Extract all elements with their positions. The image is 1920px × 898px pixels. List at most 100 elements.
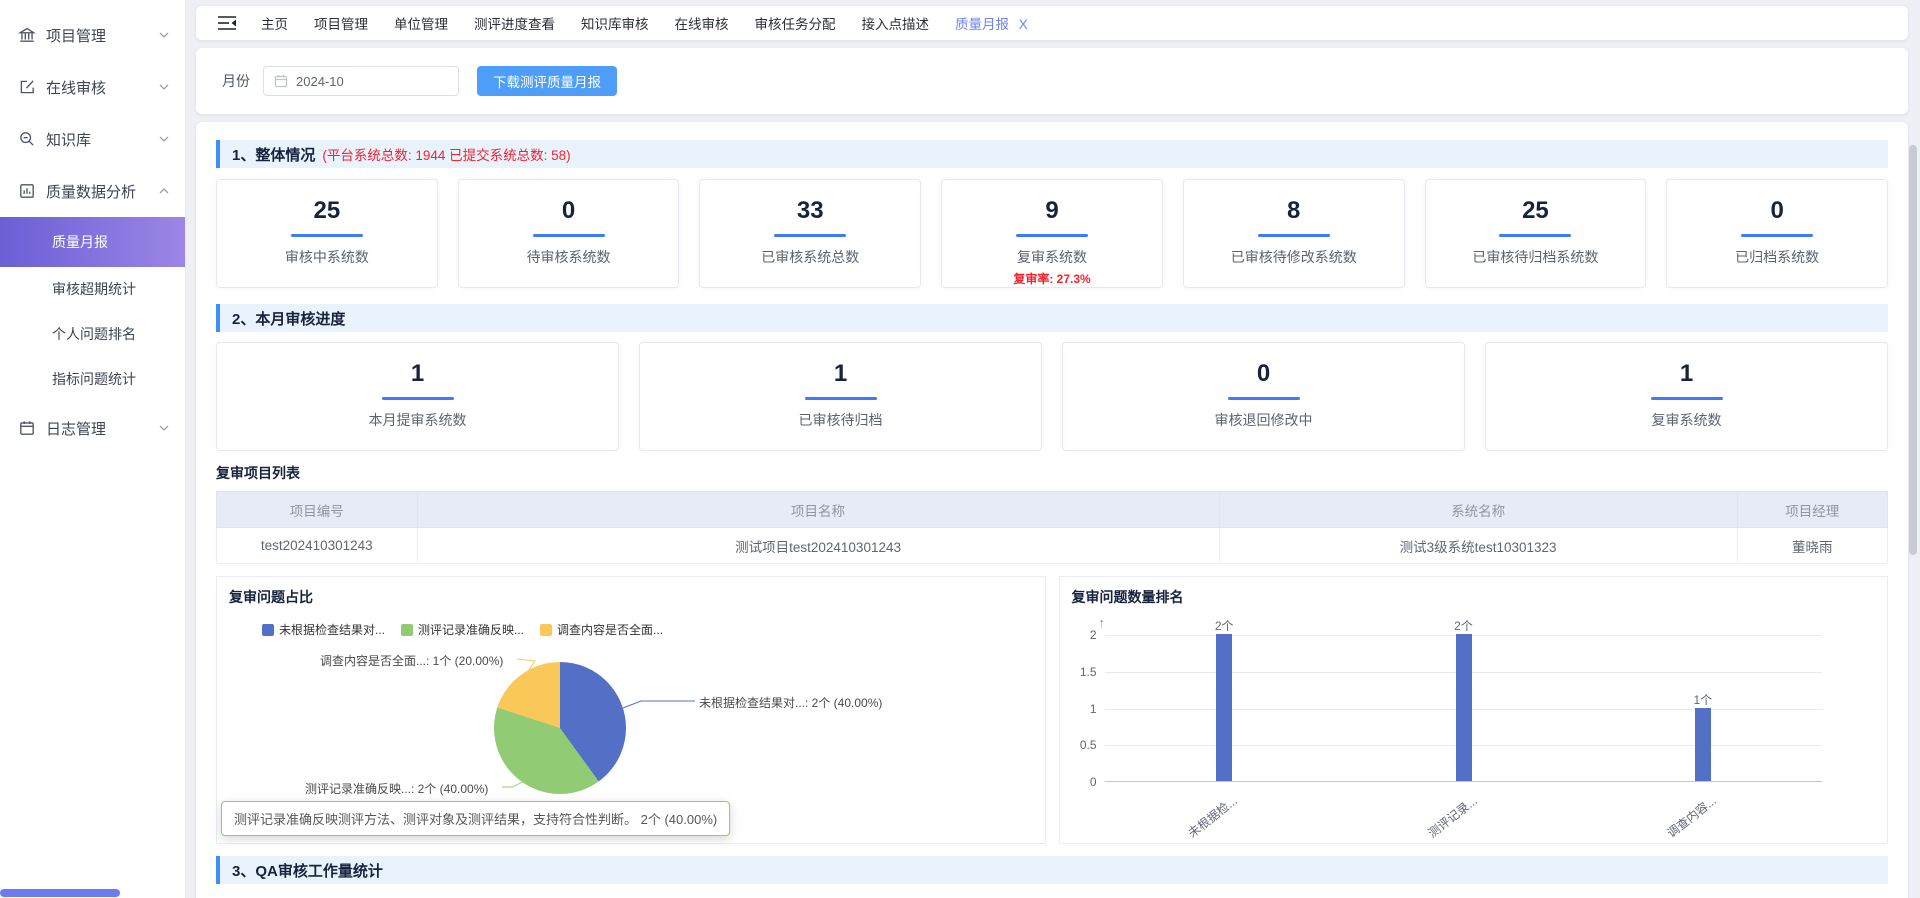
tab-evaluation-progress[interactable]: 测评进度查看 xyxy=(461,13,568,33)
legend-label: 测评记录准确反映... xyxy=(418,621,524,638)
sidebar-subitem-indicator-issue-stats[interactable]: 指标问题统计 xyxy=(0,357,185,402)
sidebar-subitem-personal-issue-ranking[interactable]: 个人问题排名 xyxy=(0,312,185,357)
bank-icon xyxy=(18,26,36,44)
bar-plot-area: ↑ 00.511.522个未根据检...2个测评记录...1个调查内容... xyxy=(1105,635,1823,782)
stat-label: 已审核待修改系统数 xyxy=(1184,247,1404,267)
table-header-row: 项目编号 项目名称 系统名称 项目经理 xyxy=(217,492,1888,528)
stat-label: 已归档系统数 xyxy=(1667,247,1887,267)
tab-home[interactable]: 主页 xyxy=(248,13,301,33)
month-input[interactable]: 2024-10 xyxy=(263,66,459,96)
stat-label: 审核退回修改中 xyxy=(1063,410,1464,430)
stat-underline xyxy=(533,234,605,237)
sidebar-subitem-review-overdue-stats[interactable]: 审核超期统计 xyxy=(0,267,185,312)
review-project-list-title: 复审项目列表 xyxy=(216,463,1888,483)
tab-online-review[interactable]: 在线审核 xyxy=(662,13,742,33)
tab-project-management[interactable]: 项目管理 xyxy=(301,13,381,33)
y-axis-tick: 0 xyxy=(1063,775,1097,789)
chevron-down-icon xyxy=(159,32,169,38)
vertical-scrollbar-thumb[interactable] xyxy=(1909,145,1917,555)
stat-card: 1本月提审系统数 xyxy=(216,342,619,451)
data-analysis-icon xyxy=(18,182,36,200)
stat-underline xyxy=(1651,397,1723,400)
pie-chart-panel: 复审问题占比 未根据检查结果对... 测评记录准确反映... 调查内容是否全面...… xyxy=(216,576,1046,844)
month-input-value: 2024-10 xyxy=(296,74,344,89)
col-project-id: 项目编号 xyxy=(217,492,418,528)
stat-label: 审核中系统数 xyxy=(217,247,437,267)
review-project-table: 项目编号 项目名称 系统名称 项目经理 test202410301243测试项目… xyxy=(216,491,1888,564)
legend-item[interactable]: 测评记录准确反映... xyxy=(401,621,524,638)
stat-value: 0 xyxy=(459,197,679,225)
month-stats-row: 1本月提审系统数1已审核待归档0审核退回修改中1复审系统数 xyxy=(216,342,1888,451)
section-note: (平台系统总数: 1944 已提交系统总数: 58) xyxy=(322,144,570,164)
knowledge-search-icon xyxy=(18,130,36,148)
stat-label: 已审核待归档 xyxy=(640,410,1041,430)
y-axis-tick: 0.5 xyxy=(1063,738,1097,752)
chevron-up-icon xyxy=(159,188,169,194)
legend-swatch xyxy=(540,624,552,636)
pie-chart-title: 复审问题占比 xyxy=(229,587,313,607)
collapse-menu-icon[interactable] xyxy=(218,15,238,31)
sidebar-item-knowledge-base[interactable]: 知识库 xyxy=(0,113,185,165)
chevron-down-icon xyxy=(159,425,169,431)
stat-value: 1 xyxy=(640,360,1041,388)
tab-review-task-assignment[interactable]: 审核任务分配 xyxy=(742,13,849,33)
stat-label: 复审系统数 xyxy=(942,247,1162,267)
download-report-button[interactable]: 下载测评质量月报 xyxy=(477,66,617,96)
stat-label: 本月提审系统数 xyxy=(217,410,618,430)
sidebar-item-online-review[interactable]: 在线审核 xyxy=(0,61,185,113)
tab-label: 质量月报 xyxy=(955,17,1009,32)
pie-chart[interactable] xyxy=(494,662,626,794)
stat-value: 1 xyxy=(1486,360,1887,388)
horizontal-scrollbar-thumb[interactable] xyxy=(0,889,120,897)
bar-chart-panel: 复审问题数量排名 ↑ 00.511.522个未根据检...2个测评记录...1个… xyxy=(1059,576,1889,844)
tab-unit-management[interactable]: 单位管理 xyxy=(381,13,461,33)
tab-knowledge-review[interactable]: 知识库审核 xyxy=(568,13,662,33)
table-cell: 测试项目test202410301243 xyxy=(417,528,1219,564)
report-content: 1、整体情况 (平台系统总数: 1944 已提交系统总数: 58) 25 审核中系… xyxy=(196,122,1908,898)
section-title: 1、整体情况 xyxy=(232,144,315,165)
sidebar-item-log-management[interactable]: 日志管理 xyxy=(0,402,185,454)
stat-card: 0 审核退回修改中 xyxy=(1062,342,1465,451)
legend-item[interactable]: 调查内容是否全面... xyxy=(540,621,663,638)
stat-label: 待审核系统数 xyxy=(459,247,679,267)
y-axis-tick: 2 xyxy=(1063,628,1097,642)
stat-card: 8已审核待修改系统数 xyxy=(1183,179,1405,288)
sidebar-subitem-quality-monthly-report[interactable]: 质量月报 xyxy=(0,217,185,267)
bar-chart-title: 复审问题数量排名 xyxy=(1072,587,1184,607)
stat-underline xyxy=(774,234,846,237)
tab-access-point-description[interactable]: 接入点描述 xyxy=(849,13,943,33)
stat-card: 1 已审核待归档 xyxy=(639,342,1042,451)
y-axis-arrow-icon: ↑ xyxy=(1099,615,1106,630)
pie-legend: 未根据检查结果对... 测评记录准确反映... 调查内容是否全面... xyxy=(262,621,663,638)
table-cell: 董晓雨 xyxy=(1737,528,1887,564)
pie-label-not-per-check: 未根据检查结果对...: 2个 (40.00%) xyxy=(699,694,882,711)
sidebar-item-quality-data-analysis[interactable]: 质量数据分析 xyxy=(0,165,185,217)
legend-label: 调查内容是否全面... xyxy=(557,621,663,638)
bar-value-label: 1个 xyxy=(1673,691,1733,708)
table-cell: 测试3级系统test10301323 xyxy=(1219,528,1737,564)
stat-underline xyxy=(1016,234,1088,237)
stat-underline xyxy=(1499,234,1571,237)
tab-quality-monthly-report[interactable]: 质量月报 X xyxy=(942,13,1041,33)
stat-underline xyxy=(1741,234,1813,237)
bar[interactable] xyxy=(1456,634,1472,781)
chevron-down-icon xyxy=(159,136,169,142)
stat-label: 已审核待归档系统数 xyxy=(1426,247,1646,267)
stat-value: 33 xyxy=(700,197,920,225)
bar[interactable] xyxy=(1695,708,1711,782)
pie-tooltip: 测评记录准确反映测评方法、测评对象及测评结果，支持符合性判断。 2个 (40.0… xyxy=(221,801,730,836)
section-title: 3、QA审核工作量统计 xyxy=(232,860,383,881)
stat-underline xyxy=(382,397,454,400)
calendar-icon xyxy=(274,74,288,88)
bar-value-label: 2个 xyxy=(1194,617,1254,634)
chevron-down-icon xyxy=(159,84,169,90)
section-title: 2、本月审核进度 xyxy=(232,308,345,329)
tab-close-icon[interactable]: X xyxy=(1019,17,1028,32)
legend-item[interactable]: 未根据检查结果对... xyxy=(262,621,385,638)
bar[interactable] xyxy=(1216,634,1232,781)
stat-value: 25 xyxy=(1426,197,1646,225)
edit-icon xyxy=(18,78,36,96)
sidebar-item-project-management[interactable]: 项目管理 xyxy=(0,9,185,61)
stat-value: 0 xyxy=(1063,360,1464,388)
stat-card: 0 待审核系统数 xyxy=(458,179,680,288)
